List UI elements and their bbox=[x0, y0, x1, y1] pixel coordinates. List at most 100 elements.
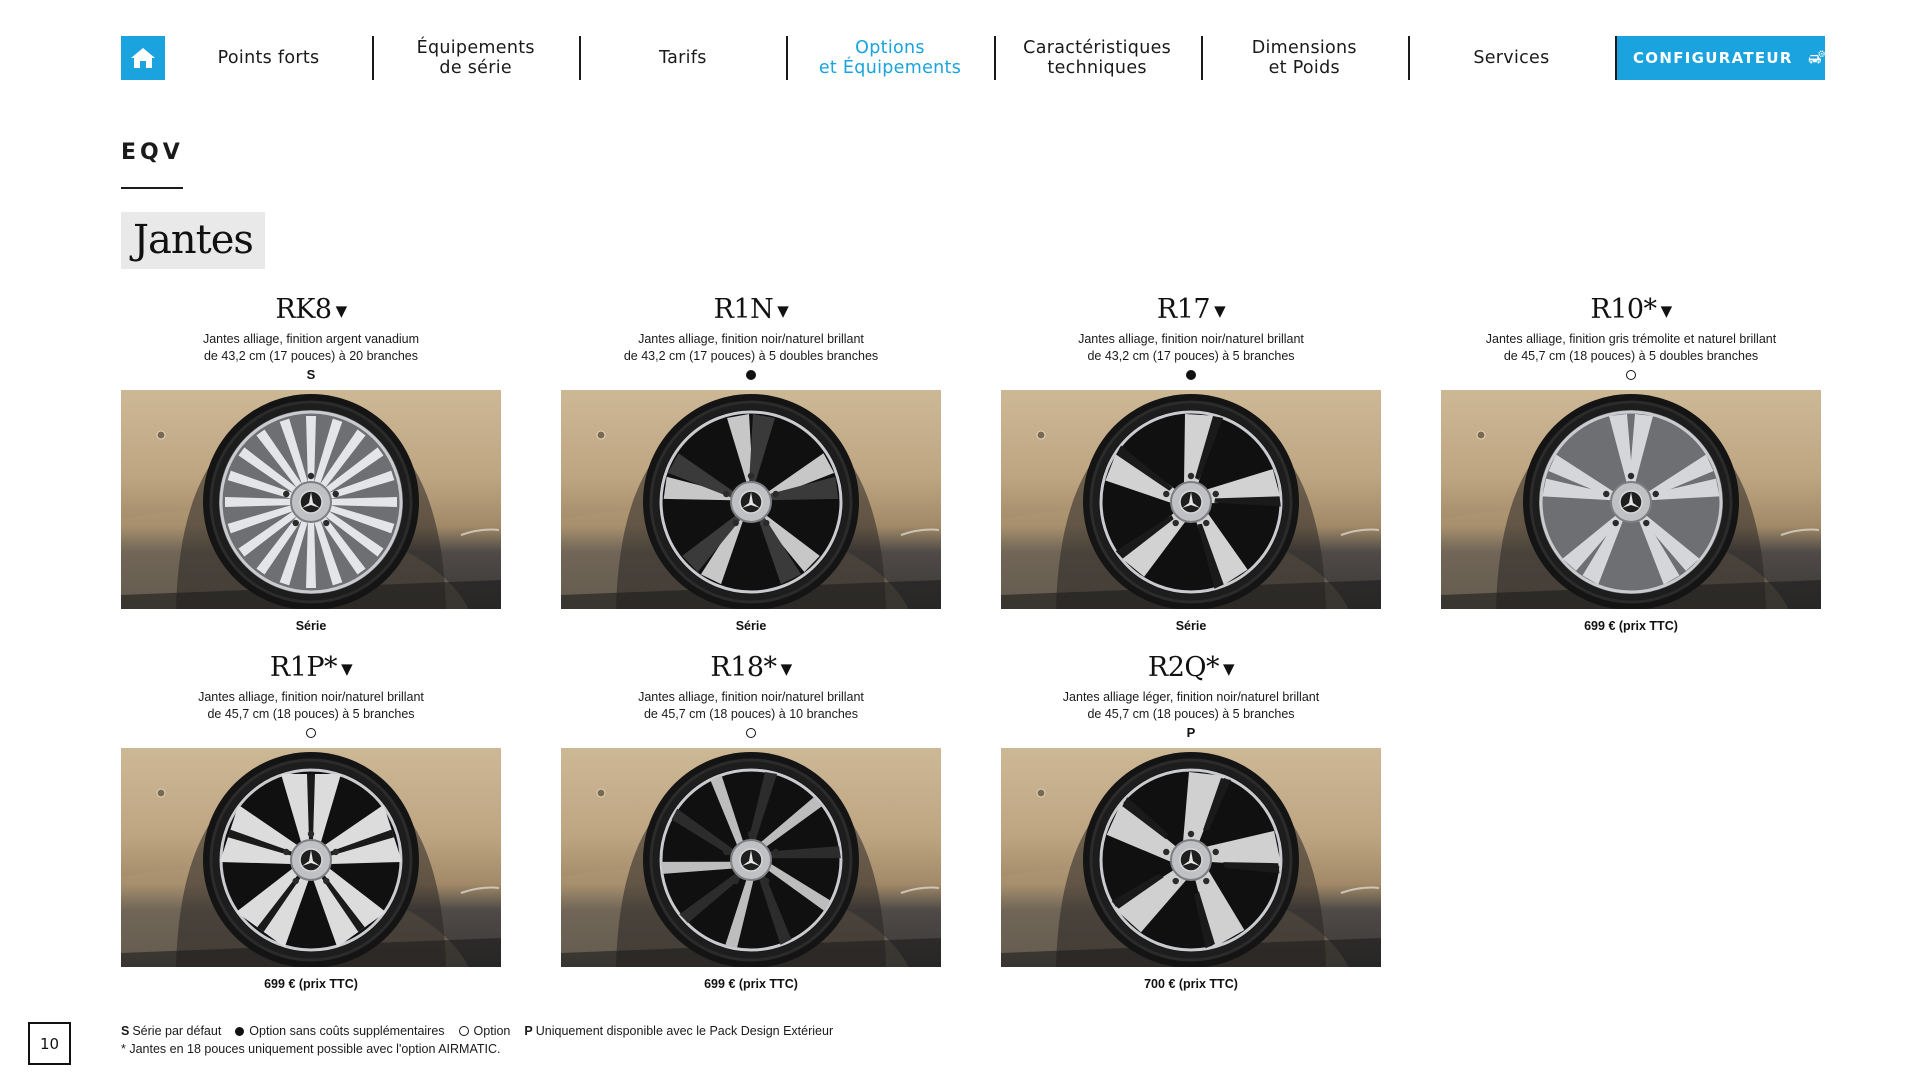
wheel-description: Jantes alliage, finition noir/naturel br… bbox=[121, 689, 501, 724]
wheel-image bbox=[121, 393, 501, 609]
wheel-description-line: Jantes alliage, finition argent vanadium bbox=[202, 331, 420, 346]
empty-circle-icon bbox=[458, 1026, 469, 1036]
wheel-description-line: de 43,2 cm (17 pouces) à 5 doubles branc… bbox=[623, 349, 879, 363]
nav-item-3[interactable]: Options et Équipements bbox=[786, 36, 993, 80]
nav-item-1[interactable]: Équipements de série bbox=[372, 36, 579, 80]
wheel-description-line: Jantes alliage, finition gris trémolite … bbox=[1485, 331, 1777, 346]
wheel-image bbox=[121, 751, 501, 967]
wheel-description-line: Jantes alliage, finition noir/naturel br… bbox=[1078, 331, 1304, 346]
wheel-card: R1P* ▼ Jantes alliage, finition noir/natur… bbox=[121, 652, 501, 991]
page-number: 10 bbox=[28, 1022, 71, 1065]
wheel-description-line: de 45,7 cm (18 pouces) à 5 branches bbox=[1087, 707, 1295, 721]
wheel-description-line: de 45,7 cm (18 pouces) à 5 doubles branc… bbox=[1503, 349, 1759, 363]
wheel-description-line: de 43,2 cm (17 pouces) à 20 branches bbox=[203, 349, 419, 363]
wheel-card: R10* ▼ Jantes alliage, finition gris trémo… bbox=[1441, 294, 1821, 633]
configurator-label: CONFIGURATEUR bbox=[1633, 49, 1793, 67]
wheel-price: 699 € (prix TTC) bbox=[264, 976, 358, 991]
legend-filled-text: Option sans coûts supplémentaires bbox=[249, 1024, 445, 1038]
wheel-price: Série bbox=[1175, 618, 1207, 633]
wheel-code-heading: R17 ▼ bbox=[1001, 294, 1381, 327]
wheel-code: R17 bbox=[1156, 294, 1211, 325]
nav-item-2[interactable]: Tarifs bbox=[579, 36, 786, 80]
wheel-description-line: de 43,2 cm (17 pouces) à 5 branches bbox=[1087, 349, 1295, 363]
nav-items: Points forts Équipements de série Tarifs Op… bbox=[165, 36, 1617, 80]
wheel-description: Jantes alliage, finition gris trémolite … bbox=[1441, 331, 1821, 366]
wheel-description-line: Jantes alliage léger, finition noir/natu… bbox=[1062, 689, 1320, 704]
wheel-description-line: de 45,7 cm (18 pouces) à 5 branches bbox=[207, 707, 415, 721]
legend: S Série par défaut Option sans coûts sup… bbox=[121, 1022, 833, 1058]
wheel-code: R18* bbox=[710, 652, 777, 683]
wheel-price: 699 € (prix TTC) bbox=[1584, 618, 1678, 633]
top-navigation: Points forts Équipements de série Tarifs Op… bbox=[121, 36, 1825, 80]
nav-item-6[interactable]: Services bbox=[1407, 36, 1615, 80]
wheel-description-line: de 45,7 cm (18 pouces) à 10 branches bbox=[643, 707, 859, 721]
section-title: Jantes bbox=[121, 212, 265, 269]
wheel-code-heading: R1N ▼ bbox=[561, 294, 941, 327]
wheel-description-line: Jantes alliage, finition noir/naturel br… bbox=[198, 689, 424, 704]
wheel-code-heading: R2Q* ▼ bbox=[1001, 652, 1381, 685]
wheel-code-heading: RK8 ▼ bbox=[121, 294, 501, 327]
wheel-photo bbox=[121, 747, 501, 967]
car-gear-icon bbox=[1808, 50, 1825, 65]
wheel-code: R2Q* bbox=[1147, 652, 1220, 683]
empty-circle-icon bbox=[1626, 369, 1636, 380]
wheel-description-line: Jantes alliage, finition noir/naturel br… bbox=[638, 331, 864, 346]
availability-symbol: P bbox=[1001, 724, 1381, 742]
nav-item-0[interactable]: Points forts bbox=[165, 36, 372, 80]
model-name: EQV bbox=[121, 140, 184, 165]
wheel-code: R10* bbox=[1590, 294, 1657, 325]
triangle-down-icon: ▼ bbox=[777, 301, 789, 320]
wheel-card: RK8 ▼ Jantes alliage, finition argent vana… bbox=[121, 294, 501, 633]
wheel-photo bbox=[1001, 747, 1381, 967]
availability-symbol bbox=[1001, 366, 1381, 384]
wheel-description: Jantes alliage, finition noir/naturel br… bbox=[561, 331, 941, 366]
wheel-image bbox=[561, 393, 941, 609]
wheel-image bbox=[1001, 393, 1381, 609]
configurator-button[interactable]: CONFIGURATEUR bbox=[1617, 36, 1825, 80]
wheel-card: R18* ▼ Jantes alliage, finition noir/natur… bbox=[561, 652, 941, 991]
legend-s-text: Série par défaut bbox=[132, 1024, 222, 1038]
legend-p-key: P bbox=[524, 1024, 533, 1038]
wheel-code: RK8 bbox=[275, 294, 332, 325]
wheel-photo bbox=[561, 389, 941, 609]
availability-symbol: S bbox=[121, 366, 501, 384]
availability-symbol bbox=[561, 366, 941, 384]
triangle-down-icon: ▼ bbox=[1214, 301, 1226, 320]
triangle-down-icon: ▼ bbox=[1660, 301, 1673, 320]
wheel-price: 700 € (prix TTC) bbox=[1144, 976, 1238, 991]
wheel-photo bbox=[121, 389, 501, 609]
availability-symbol bbox=[121, 724, 501, 742]
wheel-code-heading: R18* ▼ bbox=[561, 652, 941, 685]
filled-dot-icon bbox=[1186, 369, 1196, 380]
filled-dot-icon bbox=[235, 1026, 245, 1036]
wheel-description: Jantes alliage, finition noir/naturel br… bbox=[1001, 331, 1381, 366]
wheel-card: R1N ▼ Jantes alliage, finition noir/nature… bbox=[561, 294, 941, 633]
wheel-description: Jantes alliage, finition argent vanadium… bbox=[121, 331, 501, 366]
home-button[interactable] bbox=[121, 36, 165, 80]
wheel-description-line: Jantes alliage, finition noir/naturel br… bbox=[638, 689, 864, 704]
wheel-code: R1N bbox=[713, 294, 774, 325]
legend-s-key: S bbox=[121, 1024, 130, 1038]
filled-dot-icon bbox=[746, 369, 756, 380]
legend-note: * Jantes en 18 pouces uniquement possibl… bbox=[121, 1042, 501, 1056]
wheel-code-heading: R1P* ▼ bbox=[121, 652, 501, 685]
availability-letter: P bbox=[1186, 725, 1196, 740]
wheel-description: Jantes alliage léger, finition noir/natu… bbox=[1001, 689, 1381, 724]
legend-p-text: Uniquement disponible avec le Pack Desig… bbox=[535, 1024, 834, 1038]
wheel-code-heading: R10* ▼ bbox=[1441, 294, 1821, 327]
triangle-down-icon: ▼ bbox=[341, 659, 353, 678]
nav-item-5[interactable]: Dimensions et Poids bbox=[1200, 36, 1408, 80]
triangle-down-icon: ▼ bbox=[780, 659, 793, 678]
wheel-image bbox=[1001, 751, 1381, 967]
wheel-card: R17 ▼ Jantes alliage, finition noir/nature… bbox=[1001, 294, 1381, 633]
wheel-price: 699 € (prix TTC) bbox=[704, 976, 798, 991]
wheel-code: R1P* bbox=[269, 652, 338, 683]
nav-item-4[interactable]: Caractéristiques techniques bbox=[993, 36, 1201, 80]
model-underline bbox=[121, 187, 183, 189]
wheel-price: Série bbox=[735, 618, 767, 633]
empty-circle-icon bbox=[746, 727, 756, 738]
wheel-image bbox=[561, 751, 941, 967]
empty-circle-icon bbox=[306, 727, 316, 738]
wheel-photo bbox=[561, 747, 941, 967]
legend-keys: S Série par défaut Option sans coûts sup… bbox=[121, 1022, 833, 1040]
